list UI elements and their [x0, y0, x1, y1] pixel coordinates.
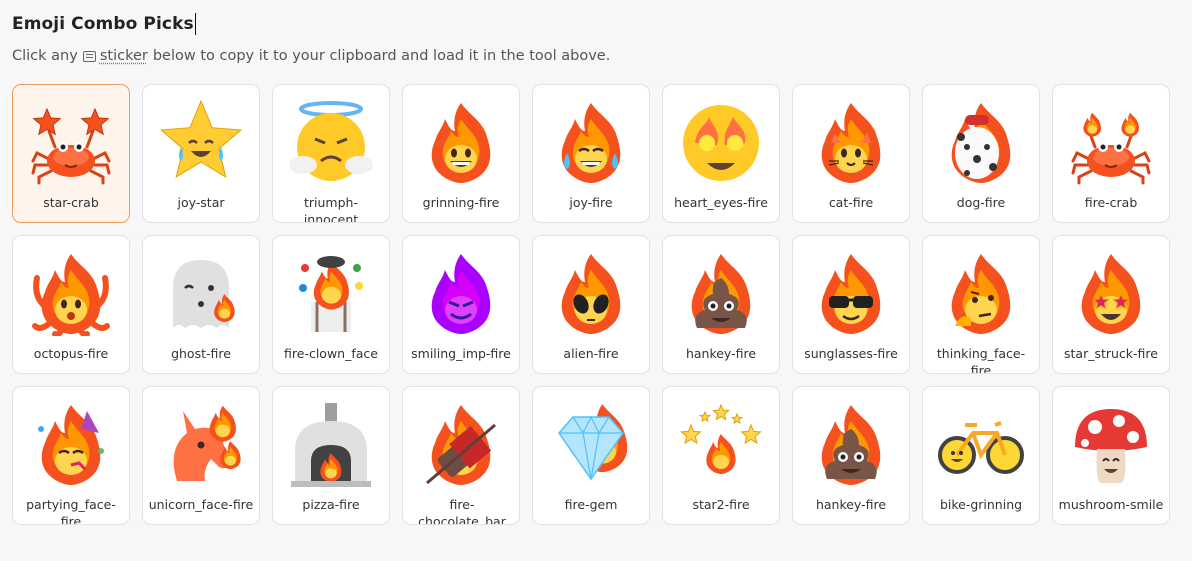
instructions-after: below to copy it to your clipboard and l…: [152, 48, 611, 64]
joy-fire-icon: [547, 97, 635, 185]
star2-fire-icon: [677, 399, 765, 487]
sticker-card[interactable]: alien-fire: [532, 235, 650, 374]
partying-face-fire-icon: [27, 399, 115, 487]
triumph-innocent-icon: [287, 97, 375, 185]
pizza-fire-icon: [287, 399, 375, 487]
sticker-card[interactable]: fire-chocolate_bar: [402, 386, 520, 525]
sticker-card[interactable]: octopus-fire: [12, 235, 130, 374]
sticker-card[interactable]: hankey-fire: [662, 235, 780, 374]
sticker-card[interactable]: partying_face-fire: [12, 386, 130, 525]
grinning-fire-icon: [417, 97, 505, 185]
sticker-label: joy-fire: [569, 195, 613, 210]
sticker-card[interactable]: joy-fire: [532, 84, 650, 223]
sticker-label: alien-fire: [563, 346, 619, 361]
sticker-card[interactable]: ghost-fire: [142, 235, 260, 374]
sticker-label: smiling_imp-fire: [411, 346, 511, 361]
sticker-grid: star-crab joy-star triumph-innocent grinnin…: [12, 84, 1170, 525]
ghost-fire-icon: [157, 248, 245, 336]
page-title: Emoji Combo Picks: [12, 14, 194, 34]
sticker-card[interactable]: thinking_face-fire: [922, 235, 1040, 374]
cat-fire-icon: [807, 97, 895, 185]
sticker-card[interactable]: fire-crab: [1052, 84, 1170, 223]
bike-grinning-icon: [937, 399, 1025, 487]
sticker-card[interactable]: fire-clown_face: [272, 235, 390, 374]
sticker-card[interactable]: heart_eyes-fire: [662, 84, 780, 223]
sticker-card[interactable]: smiling_imp-fire: [402, 235, 520, 374]
sticker-label: pizza-fire: [302, 497, 360, 512]
sticker-label: triumph-innocent: [303, 195, 359, 223]
alien-fire-icon: [547, 248, 635, 336]
smiling-imp-fire-icon: [417, 248, 505, 336]
sticker-label: fire-clown_face: [284, 346, 378, 361]
sticker-label: thinking_face-fire: [936, 346, 1026, 374]
sticker-label: hankey-fire: [815, 497, 887, 512]
sticker-card[interactable]: star_struck-fire: [1052, 235, 1170, 374]
thinking-face-fire-icon: [937, 248, 1025, 336]
sticker-label: fire-crab: [1084, 195, 1138, 210]
instructions: Click any sticker below to copy it to yo…: [12, 48, 610, 64]
sticker-icon: [82, 50, 96, 62]
heart-eyes-fire-icon: [677, 97, 765, 185]
sticker-card[interactable]: bike-grinning: [922, 386, 1040, 525]
sticker-card[interactable]: hankey-fire: [792, 386, 910, 525]
sticker-card[interactable]: fire-gem: [532, 386, 650, 525]
sticker-label: ghost-fire: [171, 346, 231, 361]
mushroom-smile-icon: [1067, 399, 1155, 487]
sunglasses-fire-icon: [807, 248, 895, 336]
sticker-card[interactable]: cat-fire: [792, 84, 910, 223]
sticker-label: star2-fire: [692, 497, 750, 512]
unicorn-face-fire-icon: [157, 399, 245, 487]
sticker-card[interactable]: dog-fire: [922, 84, 1040, 223]
hankey-fire-icon: [677, 248, 765, 336]
sticker-label: bike-grinning: [939, 497, 1023, 512]
sticker-label: fire-chocolate_bar: [418, 497, 506, 525]
sticker-card[interactable]: grinning-fire: [402, 84, 520, 223]
fire-chocolate-bar-icon: [417, 399, 505, 487]
sticker-card[interactable]: sunglasses-fire: [792, 235, 910, 374]
sticker-label: star_struck-fire: [1064, 346, 1158, 361]
sticker-card[interactable]: star2-fire: [662, 386, 780, 525]
sticker-card[interactable]: star-crab: [12, 84, 130, 223]
octopus-fire-icon: [27, 248, 115, 336]
sticker-label: octopus-fire: [33, 346, 109, 361]
sticker-card[interactable]: pizza-fire: [272, 386, 390, 525]
sticker-label: hankey-fire: [685, 346, 757, 361]
sticker-label: dog-fire: [956, 195, 1006, 210]
sticker-label: partying_face-fire: [26, 497, 116, 525]
sticker-label: mushroom-smile: [1058, 497, 1164, 512]
sticker-card[interactable]: joy-star: [142, 84, 260, 223]
fire-clown-face-icon: [287, 248, 375, 336]
text-cursor: [194, 13, 196, 35]
sticker-label: grinning-fire: [422, 195, 500, 210]
sticker-card[interactable]: mushroom-smile: [1052, 386, 1170, 525]
joy-star-icon: [157, 97, 245, 185]
header: Emoji Combo Picks: [12, 13, 196, 35]
dog-fire-icon: [937, 97, 1025, 185]
fire-gem-icon: [547, 399, 635, 487]
fire-crab-icon: [1067, 97, 1155, 185]
sticker-label: fire-gem: [564, 497, 618, 512]
star-struck-fire-icon: [1067, 248, 1155, 336]
sticker-label: star-crab: [43, 195, 99, 210]
hankey-fire-icon: [807, 399, 895, 487]
sticker-label: joy-star: [177, 195, 225, 210]
sticker-label: heart_eyes-fire: [674, 195, 768, 210]
sticker-card[interactable]: unicorn_face-fire: [142, 386, 260, 525]
star-crab-icon: [27, 97, 115, 185]
sticker-label: unicorn_face-fire: [148, 497, 254, 512]
instructions-before: Click any: [12, 48, 78, 64]
sticker-label: cat-fire: [828, 195, 874, 210]
sticker-card[interactable]: triumph-innocent: [272, 84, 390, 223]
sticker-label: sunglasses-fire: [804, 346, 898, 361]
instructions-sticker-term: sticker: [99, 48, 148, 64]
